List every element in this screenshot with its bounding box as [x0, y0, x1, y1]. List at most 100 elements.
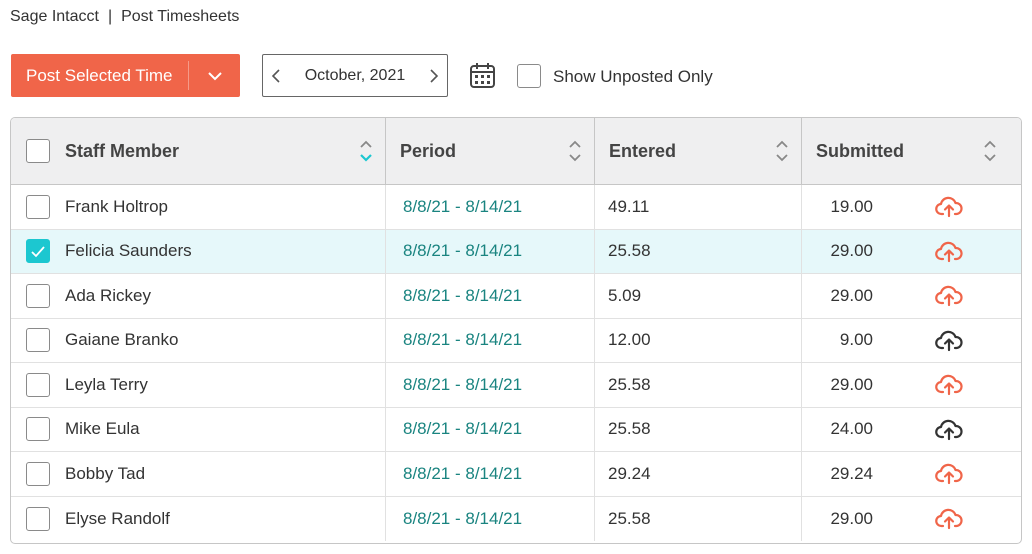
- table-row[interactable]: Ada Rickey 8/8/21 - 8/14/21 5.09 29.00: [11, 274, 1021, 319]
- period-link[interactable]: 8/8/21 - 8/14/21: [403, 464, 522, 484]
- period-link[interactable]: 8/8/21 - 8/14/21: [403, 419, 522, 439]
- calendar-icon[interactable]: [469, 62, 496, 89]
- period-link[interactable]: 8/8/21 - 8/14/21: [403, 330, 522, 350]
- row-checkbox[interactable]: [26, 328, 50, 353]
- month-value[interactable]: October, 2021: [305, 67, 406, 85]
- post-selected-time-button[interactable]: Post Selected Time: [11, 66, 188, 86]
- breadcrumb-page: Post Timesheets: [121, 8, 240, 25]
- entered-value: 29.24: [608, 463, 651, 483]
- show-unposted-checkbox[interactable]: [517, 64, 541, 88]
- table-row[interactable]: Mike Eula 8/8/21 - 8/14/21 25.58 24.00: [11, 407, 1021, 452]
- cloud-upload-icon[interactable]: [935, 418, 963, 447]
- row-checkbox[interactable]: [26, 461, 50, 486]
- month-picker: October, 2021: [262, 54, 448, 97]
- column-header-staff[interactable]: Staff Member: [11, 118, 386, 184]
- staff-name: Leyla Terry: [65, 374, 148, 394]
- column-header-entered[interactable]: Entered: [595, 118, 802, 184]
- period-link[interactable]: 8/8/21 - 8/14/21: [403, 509, 522, 529]
- period-cell: 8/8/21 - 8/14/21: [386, 407, 595, 451]
- cloud-upload-icon[interactable]: [935, 329, 963, 358]
- staff-name: Gaiane Branko: [65, 330, 179, 350]
- entered-value: 25.58: [608, 419, 651, 439]
- table-row[interactable]: Gaiane Branko 8/8/21 - 8/14/21 12.00 9.00: [11, 318, 1021, 363]
- submitted-cell: 29.00: [802, 363, 1021, 407]
- submitted-cell: 29.24: [802, 452, 1021, 496]
- sort-active-icon[interactable]: [359, 140, 373, 162]
- entered-value: 25.58: [608, 508, 651, 528]
- period-link[interactable]: 8/8/21 - 8/14/21: [403, 286, 522, 306]
- post-options-dropdown-button[interactable]: [189, 54, 240, 97]
- breadcrumb: Sage Intacct | Post Timesheets: [10, 8, 239, 26]
- entered-cell: 29.24: [595, 452, 802, 496]
- cloud-upload-icon[interactable]: [935, 373, 963, 402]
- column-label-entered: Entered: [609, 140, 677, 161]
- period-cell: 8/8/21 - 8/14/21: [386, 363, 595, 407]
- period-cell: 8/8/21 - 8/14/21: [386, 318, 595, 362]
- submitted-value: 29.00: [830, 374, 873, 394]
- table-row[interactable]: Felicia Saunders 8/8/21 - 8/14/21 25.58 29.…: [11, 229, 1021, 274]
- submitted-cell: 9.00: [802, 319, 1021, 363]
- select-all-checkbox[interactable]: [26, 139, 50, 163]
- column-label-staff: Staff Member: [65, 140, 180, 161]
- period-link[interactable]: 8/8/21 - 8/14/21: [403, 197, 522, 217]
- sort-icon[interactable]: [568, 140, 582, 162]
- chevron-left-icon[interactable]: [271, 68, 281, 84]
- checkmark-icon: [31, 246, 45, 258]
- staff-cell: Ada Rickey: [11, 274, 386, 318]
- entered-value: 49.11: [608, 196, 650, 216]
- period-cell: 8/8/21 - 8/14/21: [386, 274, 595, 318]
- submitted-value: 29.00: [830, 241, 873, 261]
- breadcrumb-app[interactable]: Sage Intacct: [10, 8, 99, 25]
- staff-name: Ada Rickey: [65, 285, 151, 305]
- table-row[interactable]: Frank Holtrop 8/8/21 - 8/14/21 49.11 19.00: [11, 185, 1021, 230]
- row-checkbox[interactable]: [26, 239, 50, 264]
- submitted-cell: 19.00: [802, 185, 1021, 229]
- table-row[interactable]: Leyla Terry 8/8/21 - 8/14/21 25.58 29.00: [11, 363, 1021, 408]
- show-unposted-label[interactable]: Show Unposted Only: [553, 67, 713, 87]
- timesheet-table: Staff Member Period Entered Submitted Fr…: [10, 117, 1022, 544]
- staff-cell: Felicia Saunders: [11, 229, 386, 273]
- entered-cell: 25.58: [595, 496, 802, 541]
- table-body: Frank Holtrop 8/8/21 - 8/14/21 49.11 19.00 F…: [11, 185, 1021, 541]
- table-row[interactable]: Elyse Randolf 8/8/21 - 8/14/21 25.58 29.00: [11, 496, 1021, 542]
- staff-name: Elyse Randolf: [65, 508, 170, 528]
- cloud-upload-icon[interactable]: [935, 507, 963, 536]
- entered-cell: 25.58: [595, 229, 802, 273]
- row-checkbox[interactable]: [26, 372, 50, 397]
- post-selected-time-split-button[interactable]: Post Selected Time: [11, 54, 240, 97]
- column-header-submitted[interactable]: Submitted: [802, 118, 1021, 184]
- cloud-upload-icon[interactable]: [935, 240, 963, 269]
- staff-cell: Gaiane Branko: [11, 318, 386, 362]
- table-row[interactable]: Bobby Tad 8/8/21 - 8/14/21 29.24 29.24: [11, 452, 1021, 497]
- submitted-value: 24.00: [830, 419, 873, 439]
- submitted-cell: 29.00: [802, 274, 1021, 318]
- period-link[interactable]: 8/8/21 - 8/14/21: [403, 241, 522, 261]
- sort-icon[interactable]: [775, 140, 789, 162]
- table-header: Staff Member Period Entered Submitted: [11, 118, 1021, 185]
- entered-value: 5.09: [608, 285, 642, 305]
- row-checkbox[interactable]: [26, 283, 50, 308]
- sort-icon[interactable]: [983, 140, 997, 162]
- cloud-upload-icon[interactable]: [935, 195, 963, 224]
- submitted-cell: 29.00: [802, 230, 1021, 274]
- submitted-cell: 29.00: [802, 497, 1021, 542]
- chevron-right-icon[interactable]: [429, 68, 439, 84]
- row-checkbox[interactable]: [26, 194, 50, 219]
- submitted-value: 19.00: [830, 196, 873, 216]
- staff-cell: Elyse Randolf: [11, 496, 386, 541]
- row-checkbox[interactable]: [26, 506, 50, 531]
- staff-name: Felicia Saunders: [65, 241, 192, 261]
- column-header-period[interactable]: Period: [386, 118, 595, 184]
- row-checkbox[interactable]: [26, 417, 50, 442]
- submitted-value: 29.00: [830, 285, 873, 305]
- cloud-upload-icon[interactable]: [935, 462, 963, 491]
- staff-cell: Frank Holtrop: [11, 185, 386, 229]
- submitted-value: 29.24: [830, 463, 873, 483]
- cloud-upload-icon[interactable]: [935, 284, 963, 313]
- period-cell: 8/8/21 - 8/14/21: [386, 496, 595, 541]
- submitted-cell: 24.00: [802, 408, 1021, 452]
- staff-cell: Leyla Terry: [11, 363, 386, 407]
- staff-name: Mike Eula: [65, 419, 140, 439]
- staff-name: Frank Holtrop: [65, 196, 168, 216]
- period-link[interactable]: 8/8/21 - 8/14/21: [403, 375, 522, 395]
